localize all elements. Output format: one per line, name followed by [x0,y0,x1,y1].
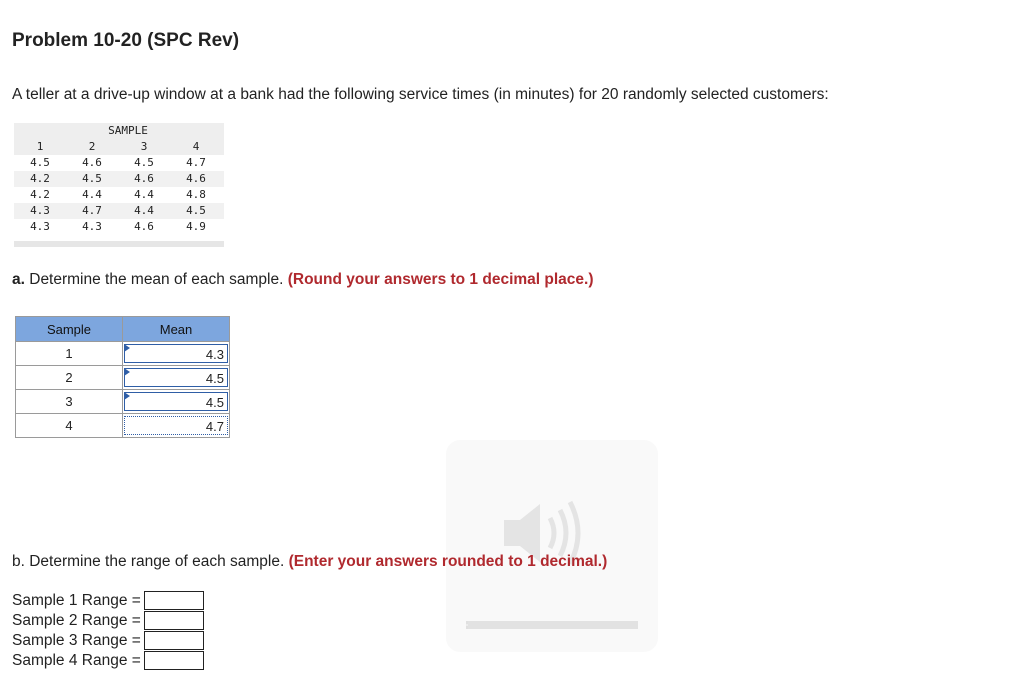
table-row: 3 4.5 [15,389,230,414]
column-header: 3 [140,140,148,153]
table-cell: 4.8 [186,188,206,201]
sample-number: 1 [15,341,123,366]
table-cell: 4.2 [30,172,50,185]
table-row: 2 4.5 [15,365,230,390]
answer-flag-icon [124,368,130,376]
range-label: Sample 1 Range = [12,591,141,609]
mean-value: 4.5 [205,395,224,410]
column-header: 4 [192,140,200,153]
page-title: Problem 10-20 (SPC Rev) [12,30,240,51]
table-row: 4.2 4.4 4.4 4.8 [14,187,224,203]
mean-input-2[interactable]: 4.5 [124,368,228,387]
table-row: 4.3 4.3 4.6 4.9 [14,219,224,235]
range-row-2: Sample 2 Range = [12,611,204,630]
table-row: 4.2 4.5 4.6 4.6 [14,171,224,187]
table-cell: 4.6 [186,172,206,185]
mean-answer-table: Sample Mean 1 4.3 2 4.5 3 4.5 4 4.7 [15,316,230,438]
range-row-3: Sample 3 Range = [12,631,204,650]
question-b: b. Determine the range of each sample. (… [12,553,607,571]
table-cell: 4.3 [30,204,50,217]
table-row: 1 4.3 [15,341,230,366]
sample-column-header: Sample [15,316,123,342]
table-cell: 4.4 [134,204,154,217]
table-row: 4.3 4.7 4.4 4.5 [14,203,224,219]
table-row: 4.5 4.6 4.5 4.7 [14,155,224,171]
column-header: 1 [36,140,44,153]
range-row-1: Sample 1 Range = [12,591,204,610]
table-cell: 4.6 [134,220,154,233]
table-bottom-rule [14,241,224,247]
range-input-4[interactable] [143,651,204,670]
sample-number: 2 [15,365,123,390]
table-cell: 4.2 [30,188,50,201]
sample-group-label: SAMPLE [108,124,148,137]
question-a-text: Determine the mean of each sample. [24,271,284,288]
table-cell: 4.5 [82,172,102,185]
table-cell: 4.9 [186,220,206,233]
mean-column-header: Mean [122,316,230,342]
table-cell: 4.3 [82,220,102,233]
range-row-4: Sample 4 Range = [12,651,204,670]
range-label: Sample 2 Range = [12,611,141,629]
mean-value: 4.5 [205,371,224,386]
sample-number: 4 [15,413,123,438]
question-a-note: (Round your answers to 1 decimal place.) [287,271,594,288]
service-times-table: SAMPLE 1 2 3 4 4.5 4.6 4.5 4.7 4.2 4.5 4… [14,123,224,247]
table-cell: 4.6 [134,172,154,185]
mean-input-3[interactable]: 4.5 [124,392,228,411]
question-a-letter: a. [12,271,25,288]
audio-progress-bar[interactable] [466,621,638,629]
answer-flag-icon [124,344,130,352]
range-input-1[interactable] [143,591,204,610]
range-input-2[interactable] [143,611,204,630]
mean-input-4[interactable]: 4.7 [124,416,228,435]
column-header: 2 [88,140,96,153]
table-cell: 4.5 [30,156,50,169]
question-b-note: (Enter your answers rounded to 1 decimal… [288,553,608,570]
table-cell: 4.5 [134,156,154,169]
table-cell: 4.3 [30,220,50,233]
mean-value: 4.3 [205,347,224,362]
question-a: a. Determine the mean of each sample. (R… [12,271,594,289]
table-cell: 4.6 [82,156,102,169]
question-b-text: b. Determine the range of each sample. [12,553,285,570]
table-cell: 4.4 [82,188,102,201]
table-cell: 4.7 [186,156,206,169]
audio-player[interactable] [446,440,658,652]
range-label: Sample 3 Range = [12,631,141,649]
answer-flag-icon [124,392,130,400]
range-input-3[interactable] [143,631,204,650]
table-row: 4 4.7 [15,413,230,438]
mean-value: 4.7 [205,419,224,434]
mean-input-1[interactable]: 4.3 [124,344,228,363]
sample-number: 3 [15,389,123,414]
table-cell: 4.5 [186,204,206,217]
table-cell: 4.7 [82,204,102,217]
problem-intro: A teller at a drive-up window at a bank … [12,86,829,103]
audio-progress-fill [466,621,468,629]
range-label: Sample 4 Range = [12,651,141,669]
table-cell: 4.4 [134,188,154,201]
